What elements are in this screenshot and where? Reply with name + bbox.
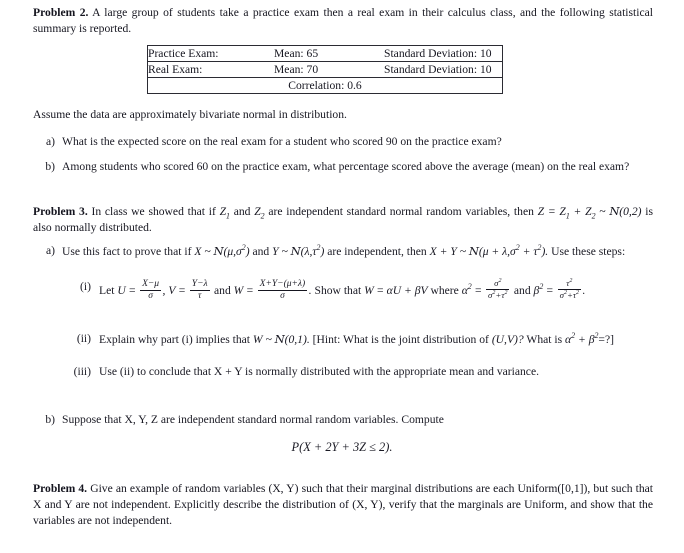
math-V-definition: V = Y−λ τ: [168, 279, 210, 302]
list-marker: (ii): [76, 332, 91, 345]
math-Z-sum-expression: Z = Z1 + Z2 ~ N(0,2): [537, 204, 642, 221]
math-W-definition: W = X+Y−(μ+λ) σ.: [233, 279, 312, 302]
subitem-i-and: and: [214, 284, 231, 298]
correlation-cell: Correlation: 0.6: [288, 79, 362, 92]
item-a-mid-text: are independent, then: [327, 245, 427, 258]
list-marker: a): [45, 244, 55, 257]
table-row-correlation: Correlation: 0.6: [148, 78, 503, 94]
table-row: Real Exam: Mean: 70 Standard Deviation: …: [147, 61, 503, 78]
row-standard-deviation: Standard Deviation: 10: [384, 61, 503, 78]
math-beta-squared: β2 = τ2 σ2+τ2.: [533, 278, 586, 300]
math-Y-dist: Y ~ N(λ,τ2): [272, 243, 325, 258]
problem-3-heading: Problem 3.: [33, 205, 88, 218]
problem-4-text: Give an example of random variables (X, …: [33, 482, 654, 528]
math-XplusY: X + Y ~: [429, 245, 466, 258]
problem-3-and-word: and: [233, 205, 251, 218]
subitem-i-and-2: and: [513, 284, 531, 298]
subitem-ii-text-a: Explain why part (i) implies that: [99, 333, 251, 346]
list-marker: b): [45, 160, 55, 173]
list-item-text: Let U = X−μ σ, V = Y−λ τ and W = X+Y−(μ+λ) σ. Sho…: [99, 279, 651, 301]
subitem-ii-text-b: [Hint: What is the joint distribution of: [312, 333, 489, 346]
problem-2-paragraph: Problem 2. A large group of students tak…: [33, 5, 653, 37]
math-W-standard-normal: W ~ N(0,1).: [252, 332, 310, 346]
row-label: Real Exam:: [147, 61, 274, 78]
list-item-text: Explain why part (i) implies that W ~ N(…: [99, 331, 651, 348]
problem-4-heading: Problem 4.: [33, 482, 88, 495]
problem-3-intro-part-1: In class we showed that if: [91, 205, 216, 218]
math-W-equals-alphaU-betaV: W = αU + βV: [364, 284, 428, 298]
math-alpha2-plus-beta2: α2 + β2: [565, 331, 599, 346]
subitem-i-lead: Let: [99, 284, 115, 298]
list-marker: (iii): [73, 365, 91, 378]
math-UV-pair: (U,V)?: [491, 333, 524, 346]
subitem-ii-text-d: =?]: [598, 333, 614, 346]
subitem-i-where: where: [430, 284, 459, 298]
math-XplusY-dist: N(μ + λ,σ2 + τ2).: [468, 243, 549, 258]
row-standard-deviation: Standard Deviation: 10: [384, 45, 503, 62]
problem-2-intro-text: A large group of students take a practic…: [33, 6, 653, 36]
statistics-summary-table-wrapper: Practice Exam: Mean: 65 Standard Deviati…: [147, 45, 503, 94]
math-U-definition: U = X−μ σ,: [117, 279, 166, 302]
problem-2-heading: Problem 2.: [33, 6, 89, 19]
subitem-ii-text-c: What is: [526, 333, 563, 346]
list-item-text: Use this fact to prove that if X ~ N(μ,σ…: [62, 243, 626, 258]
list-item-text: What is the expected score on the real e…: [62, 135, 502, 148]
list-item-text: Use (ii) to conclude that X + Y is norma…: [99, 365, 539, 378]
problem-3-intro-part-2: are independent standard normal random v…: [268, 205, 534, 218]
row-label: Practice Exam:: [147, 45, 274, 62]
math-Z2: Z2: [254, 205, 265, 221]
item-a-lead-text: Use this fact to prove that if: [62, 245, 192, 258]
math-X-dist: X ~ N(μ,σ2): [194, 243, 250, 258]
bivariate-normal-assumption-line: Assume the data are approximately bivari…: [33, 108, 347, 121]
problem-3-paragraph: Problem 3. In class we showed that if Z1…: [33, 203, 653, 236]
problem-4-paragraph: Problem 4. Give an example of random var…: [33, 481, 653, 529]
statistics-summary-table: Practice Exam: Mean: 65 Standard Deviati…: [147, 45, 503, 94]
table-row: Practice Exam: Mean: 65 Standard Deviati…: [147, 45, 503, 62]
list-marker: b): [45, 413, 55, 426]
problem-3-display-equation: P(X + 2Y + 3Z ≤ 2).: [291, 440, 393, 454]
math-alpha-squared: α2 = σ2 σ2+τ2: [461, 278, 510, 300]
row-mean: Mean: 70: [274, 61, 384, 78]
list-marker: a): [45, 135, 55, 148]
list-item-text: Suppose that X, Y, Z are independent sta…: [62, 413, 444, 426]
row-mean: Mean: 65: [274, 45, 384, 62]
list-item-text: Among students who scored 60 on the prac…: [62, 160, 630, 173]
subitem-i-show: Show that: [314, 284, 362, 298]
list-marker: (i): [80, 280, 91, 293]
document-page: Problem 2. A large group of students tak…: [0, 0, 684, 553]
item-a-tail-text: Use these steps:: [551, 245, 626, 258]
math-Z1: Z1: [219, 205, 230, 221]
